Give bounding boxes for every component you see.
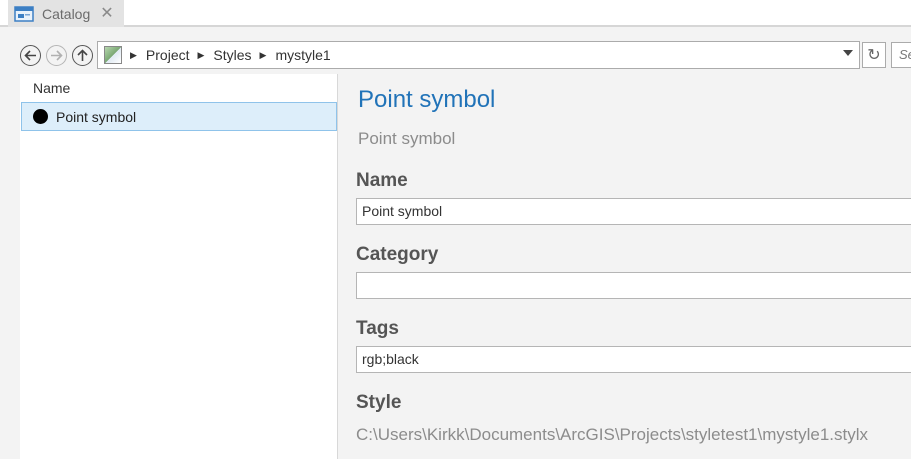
close-icon[interactable]: ✕	[100, 5, 113, 22]
breadcrumb-arrow-icon[interactable]: ▶	[198, 50, 205, 61]
list-item[interactable]: Point symbol	[21, 102, 337, 131]
tab-strip: Catalog ✕	[0, 0, 911, 27]
breadcrumb-arrow-icon[interactable]: ▶	[260, 50, 267, 61]
details-panel: Point symbol Point symbol Name Point sym…	[338, 74, 911, 459]
location-bar[interactable]: ▶ Project ▶ Styles ▶ mystyle1	[97, 41, 860, 69]
item-subtitle: Point symbol	[358, 129, 456, 148]
navigation-toolbar: ▶ Project ▶ Styles ▶ mystyle1 ↻ Se	[0, 27, 911, 74]
catalog-window-icon	[14, 5, 34, 22]
category-field[interactable]	[356, 272, 911, 299]
category-label: Category	[356, 244, 439, 265]
back-arrow-icon[interactable]	[20, 45, 41, 66]
contents-list: Name Point symbol	[20, 74, 338, 459]
black-point-symbol-icon	[33, 109, 48, 124]
forward-arrow-icon[interactable]	[46, 45, 67, 66]
search-input[interactable]: Se	[891, 42, 911, 68]
name-label: Name	[356, 170, 408, 191]
breadcrumb-project[interactable]: Project	[146, 47, 190, 63]
breadcrumb-arrow-icon[interactable]: ▶	[130, 50, 137, 61]
breadcrumb-styles[interactable]: Styles	[213, 47, 251, 63]
up-arrow-icon[interactable]	[72, 45, 93, 66]
style-label: Style	[356, 392, 402, 413]
tab-title: Catalog	[42, 5, 91, 22]
chevron-down-icon[interactable]	[843, 50, 853, 56]
breadcrumb-mystyle1[interactable]: mystyle1	[275, 47, 330, 63]
style-path: C:\Users\Kirkk\Documents\ArcGIS\Projects…	[356, 425, 869, 444]
name-column-header[interactable]: Name	[33, 80, 70, 96]
left-gutter	[0, 74, 20, 459]
list-item-label: Point symbol	[56, 108, 137, 125]
tab-catalog[interactable]: Catalog ✕	[8, 0, 124, 27]
tags-label: Tags	[356, 318, 399, 339]
project-icon[interactable]	[104, 46, 122, 64]
tags-field[interactable]: rgb;black	[356, 346, 911, 373]
name-field[interactable]: Point symbol	[356, 198, 911, 225]
refresh-button[interactable]: ↻	[862, 42, 886, 68]
item-title: Point symbol	[358, 86, 496, 113]
